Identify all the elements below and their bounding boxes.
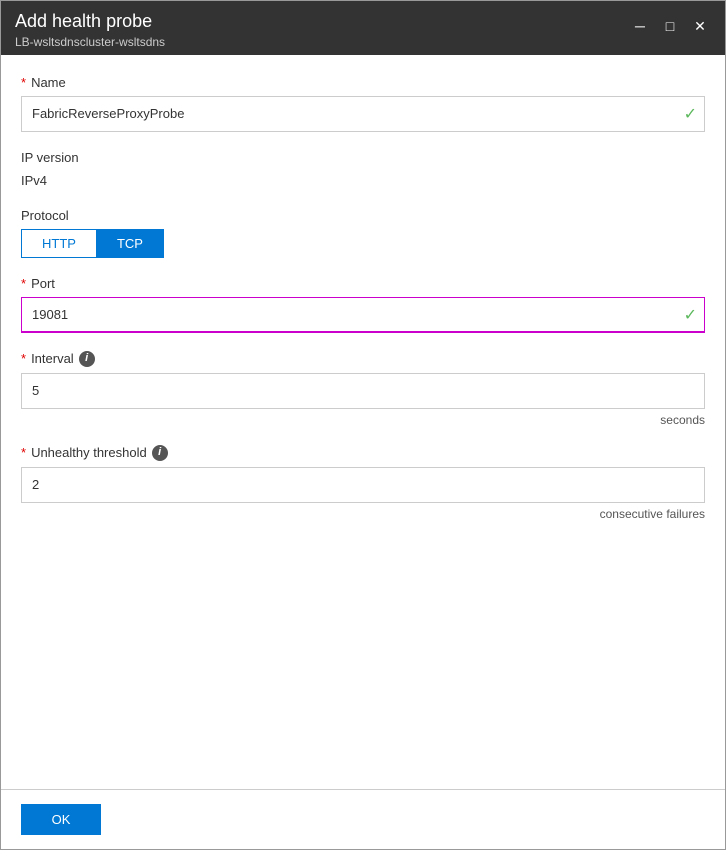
ip-version-field-group: IP version IPv4 xyxy=(21,150,705,190)
port-input-wrapper: ✓ xyxy=(21,297,705,333)
form-content: * Name ✓ IP version IPv4 Protocol HTTP T… xyxy=(1,55,725,789)
protocol-field-group: Protocol HTTP TCP xyxy=(21,208,705,258)
unhealthy-threshold-label: * Unhealthy threshold i xyxy=(21,445,705,461)
name-label: * Name xyxy=(21,75,705,90)
close-button[interactable]: ✕ xyxy=(689,15,711,37)
name-field-group: * Name ✓ xyxy=(21,75,705,132)
protocol-toggle-group: HTTP TCP xyxy=(21,229,164,258)
port-label: * Port xyxy=(21,276,705,291)
add-health-probe-dialog: Add health probe LB-wsltsdnscluster-wslt… xyxy=(0,0,726,850)
protocol-tcp-button[interactable]: TCP xyxy=(97,230,163,257)
title-bar-controls: ─ □ ✕ xyxy=(629,15,711,37)
unhealthy-threshold-field-group: * Unhealthy threshold i consecutive fail… xyxy=(21,445,705,521)
name-input[interactable] xyxy=(21,96,705,132)
interval-hint: seconds xyxy=(21,413,705,427)
name-required-star: * xyxy=(21,75,26,90)
ip-version-value: IPv4 xyxy=(21,171,705,190)
port-field-group: * Port ✓ xyxy=(21,276,705,333)
protocol-label: Protocol xyxy=(21,208,705,223)
minimize-button[interactable]: ─ xyxy=(629,15,651,37)
interval-label: * Interval i xyxy=(21,351,705,367)
unhealthy-threshold-input[interactable] xyxy=(21,467,705,503)
title-bar: Add health probe LB-wsltsdnscluster-wslt… xyxy=(1,1,725,55)
dialog-subtitle: LB-wsltsdnscluster-wsltsdns xyxy=(15,35,165,49)
unhealthy-threshold-input-wrapper xyxy=(21,467,705,503)
interval-field-group: * Interval i seconds xyxy=(21,351,705,427)
name-check-icon: ✓ xyxy=(684,104,697,124)
port-required-star: * xyxy=(21,276,26,291)
dialog-footer: OK xyxy=(1,789,725,849)
dialog-title: Add health probe xyxy=(15,11,165,33)
protocol-http-button[interactable]: HTTP xyxy=(22,230,97,257)
unhealthy-required-star: * xyxy=(21,445,26,460)
unhealthy-threshold-hint: consecutive failures xyxy=(21,507,705,521)
interval-info-icon[interactable]: i xyxy=(79,351,95,367)
ok-button[interactable]: OK xyxy=(21,804,101,835)
name-input-wrapper: ✓ xyxy=(21,96,705,132)
interval-required-star: * xyxy=(21,351,26,366)
unhealthy-threshold-info-icon[interactable]: i xyxy=(152,445,168,461)
interval-input[interactable] xyxy=(21,373,705,409)
port-input[interactable] xyxy=(21,297,705,333)
ip-version-label: IP version xyxy=(21,150,705,165)
title-bar-left: Add health probe LB-wsltsdnscluster-wslt… xyxy=(15,11,165,49)
maximize-button[interactable]: □ xyxy=(659,15,681,37)
interval-input-wrapper xyxy=(21,373,705,409)
port-check-icon: ✓ xyxy=(684,305,697,325)
